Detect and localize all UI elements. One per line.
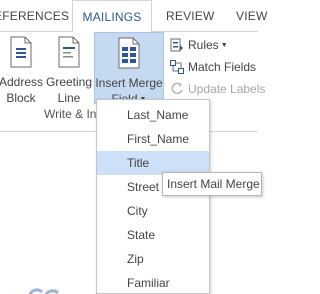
dropdown-item-last-name[interactable]: Last_Name [97, 103, 209, 127]
address-block-button[interactable]: Address Block [0, 32, 44, 106]
document-content-fragment [28, 288, 60, 294]
match-fields-label: Match Fields [188, 60, 257, 74]
update-labels-icon [171, 82, 183, 95]
tab-mailings[interactable]: MAILINGS [72, 0, 152, 33]
rules-button[interactable]: Rules ▼ [168, 34, 260, 56]
insert-merge-field-button[interactable]: Insert Merge Field▼ [94, 32, 164, 106]
dropdown-item-state[interactable]: State [97, 223, 209, 247]
chevron-down-icon: ▼ [220, 42, 228, 49]
update-labels-button[interactable]: Update Labels [168, 78, 265, 100]
greeting-line-label-1: Greeting [45, 75, 93, 89]
rules-icon [170, 38, 183, 52]
tooltip: Insert Mail Merge [162, 172, 262, 196]
match-fields-button[interactable]: Match Fields [168, 56, 260, 78]
group-label-write-insert: Write & In [44, 107, 97, 121]
rules-label: Rules [188, 38, 219, 52]
match-fields-icon [170, 60, 184, 74]
address-block-icon [10, 36, 32, 68]
merge-field-dropdown: Last_Name First_Name Title Street City S… [96, 99, 210, 294]
dropdown-item-first-name[interactable]: First_Name [97, 127, 209, 151]
address-block-label-1: Address [0, 75, 44, 89]
tab-view[interactable]: VIEW [236, 0, 267, 32]
insert-merge-field-icon [118, 37, 140, 69]
address-block-label-2: Block [6, 91, 36, 105]
tab-references[interactable]: EFERENCES [0, 0, 69, 32]
insert-merge-field-label-1: Insert Merge [95, 76, 163, 90]
ribbon-tab-bar: EFERENCES MAILINGS REVIEW VIEW [0, 0, 267, 33]
dropdown-item-zip[interactable]: Zip [97, 247, 209, 271]
tab-review[interactable]: REVIEW [166, 0, 215, 32]
dropdown-item-city[interactable]: City [97, 199, 209, 223]
greeting-line-label-2: Line [57, 91, 81, 105]
greeting-line-icon [58, 36, 80, 68]
small-buttons-column: Rules ▼ Match Fields Update Labels [168, 34, 265, 100]
update-labels-label: Update Labels [188, 82, 266, 96]
dropdown-item-familiar[interactable]: Familiar [97, 271, 209, 294]
greeting-line-button[interactable]: Greeting Line [45, 32, 93, 106]
